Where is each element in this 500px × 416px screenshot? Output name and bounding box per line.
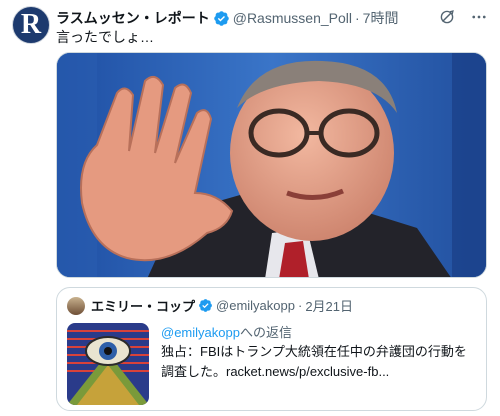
verified-badge-icon xyxy=(213,10,230,27)
display-name[interactable]: ラスムッセン・レポート xyxy=(56,8,210,28)
quote-text: 独占：FBIはトランプ大統領在任中の弁護団の行動を調査した。racket.new… xyxy=(161,344,467,379)
more-icon[interactable] xyxy=(470,8,488,26)
handle[interactable]: @Rasmussen_Poll xyxy=(233,10,352,26)
separator: · xyxy=(297,298,303,313)
quote-date: 2月21日 xyxy=(305,299,354,314)
reply-context: @emilyakoppへの返信 xyxy=(161,322,292,341)
tweet-photo[interactable] xyxy=(56,52,487,278)
avatar[interactable]: R xyxy=(12,6,50,44)
quote-display-name: エミリー・コップ xyxy=(91,299,196,314)
timestamp[interactable]: 7時間 xyxy=(363,8,399,28)
quote-header: エミリー・コップ @emilyakopp · 2月21日 xyxy=(67,296,476,315)
quoted-tweet[interactable]: エミリー・コップ @emilyakopp · 2月21日 @emilyakopp… xyxy=(56,287,487,411)
tweet-header: ラスムッセン・レポート @Rasmussen_Poll · 7時間 xyxy=(56,8,488,28)
separator: · xyxy=(355,10,360,26)
grok-icon[interactable] xyxy=(438,8,456,26)
quote-thumbnail xyxy=(67,323,149,405)
reply-mention[interactable]: @emilyakopp xyxy=(161,325,240,340)
avatar-letter: R xyxy=(20,9,42,40)
quote-handle: @emilyakopp xyxy=(216,298,295,313)
tweet-text: 言ったでしょ… xyxy=(56,29,154,45)
tweet[interactable]: R ラスムッセン・レポート @Rasmussen_Poll · 7時間 言ったで… xyxy=(0,0,500,416)
reply-suffix: への返信 xyxy=(239,325,292,340)
quote-avatar xyxy=(67,296,85,315)
verified-badge-icon xyxy=(198,298,213,313)
